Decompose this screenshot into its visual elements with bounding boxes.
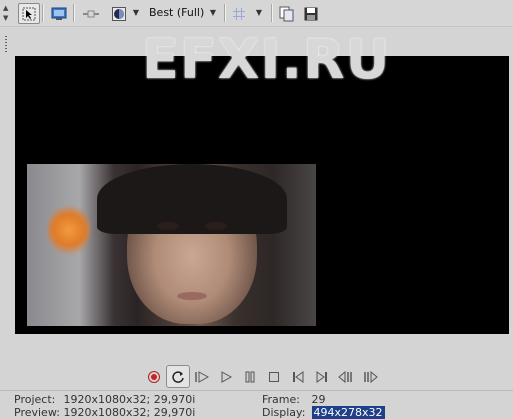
- play-icon: [221, 370, 233, 383]
- go-to-end-button[interactable]: [310, 365, 334, 388]
- grid-icon: [233, 7, 245, 20]
- display-label: Display:: [262, 406, 306, 419]
- overlays-dropdown[interactable]: ▼: [131, 3, 141, 22]
- next-frame-button[interactable]: [358, 365, 382, 388]
- preview-quality-value: Best (Full): [149, 6, 205, 19]
- project-label: Project:: [14, 393, 56, 406]
- hair: [97, 164, 287, 234]
- previous-frame-icon: [338, 370, 352, 383]
- go-to-end-icon: [316, 370, 327, 383]
- eye-right: [205, 222, 227, 230]
- next-frame-icon: [364, 370, 378, 383]
- pause-icon: [245, 371, 255, 382]
- preview-quality-dropdown[interactable]: ▼: [208, 3, 218, 22]
- grid-dropdown[interactable]: ▼: [254, 3, 264, 22]
- frame-label: Frame:: [262, 393, 300, 406]
- loop-playback-button[interactable]: [166, 365, 190, 388]
- copy-snapshot-button[interactable]: [276, 3, 298, 24]
- transport-controls: [142, 365, 382, 388]
- copy-snapshot-icon: [279, 6, 294, 21]
- select-cursor-button[interactable]: [18, 3, 40, 24]
- split-screen-button[interactable]: [80, 3, 102, 24]
- split-screen-icon: [83, 10, 99, 17]
- video-frame-image: [27, 164, 316, 326]
- go-to-start-icon: [293, 370, 304, 383]
- preview-label: Preview:: [14, 406, 60, 419]
- arrow-up-icon: ▲: [3, 4, 9, 12]
- play-from-start-icon: [195, 370, 210, 383]
- stop-icon: [269, 371, 279, 382]
- preview-quality-select[interactable]: Best (Full): [149, 3, 204, 22]
- preview-value: 1920x1080x32; 29,970i: [63, 406, 196, 419]
- play-button[interactable]: [214, 365, 238, 388]
- pause-button[interactable]: [238, 365, 262, 388]
- select-cursor-icon: [22, 7, 36, 20]
- dock-grip[interactable]: ▲ ▼: [0, 4, 12, 366]
- chevron-down-icon: ▼: [255, 8, 263, 17]
- status-right: Frame: 29 Display: 494x278x32: [262, 393, 385, 419]
- eye-left: [157, 222, 179, 230]
- bokeh-light: [47, 204, 91, 256]
- loop-icon: [172, 370, 184, 383]
- watermark-logo: EFXI.RU: [142, 28, 391, 91]
- overlays-button[interactable]: [108, 3, 130, 24]
- save-snapshot-button[interactable]: [300, 3, 322, 24]
- previous-frame-button[interactable]: [334, 365, 358, 388]
- stop-button[interactable]: [262, 365, 286, 388]
- save-snapshot-icon: [304, 7, 318, 20]
- display-value: 494x278x32: [311, 406, 385, 419]
- chevron-down-icon: ▼: [209, 8, 217, 17]
- go-to-start-button[interactable]: [286, 365, 310, 388]
- frame-value: 29: [311, 393, 326, 406]
- record-button[interactable]: [142, 365, 166, 388]
- monitor-icon: [51, 7, 67, 20]
- overlay-icon: [112, 6, 126, 21]
- arrow-down-icon: ▼: [3, 14, 9, 22]
- grip-dots: [5, 36, 7, 54]
- external-monitor-button[interactable]: [48, 3, 70, 24]
- mouth: [177, 292, 207, 300]
- project-value: 1920x1080x32; 29,970i: [63, 393, 196, 406]
- play-from-start-button[interactable]: [190, 365, 214, 388]
- chevron-down-icon: ▼: [132, 8, 140, 17]
- status-left: Project: 1920x1080x32; 29,970i Preview: …: [14, 393, 195, 419]
- record-icon: [148, 370, 160, 383]
- video-preview-window[interactable]: [15, 56, 509, 334]
- video-preview-toolbar: ▼ Best (Full) ▼ ▼: [0, 0, 513, 27]
- status-divider: [0, 390, 513, 391]
- grid-button[interactable]: [228, 3, 250, 24]
